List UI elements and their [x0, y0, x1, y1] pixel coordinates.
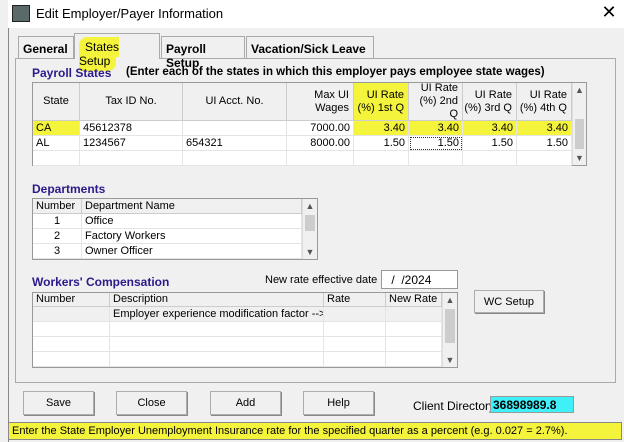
- scroll-thumb[interactable]: [305, 215, 315, 231]
- empty-cell[interactable]: [463, 151, 517, 166]
- scroll-up-icon[interactable]: ▲: [303, 201, 317, 211]
- table-cell[interactable]: 3: [33, 244, 82, 259]
- column-header: UI Rate (%) 1st Q: [354, 83, 409, 121]
- empty-cell[interactable]: [110, 337, 324, 352]
- table-cell[interactable]: [324, 307, 386, 322]
- column-header: UI Rate (%) 2nd Q: [409, 82, 463, 121]
- table-cell[interactable]: AL: [33, 136, 80, 151]
- table-cell[interactable]: 654321: [183, 136, 287, 151]
- scroll-thumb[interactable]: [445, 309, 455, 343]
- column-header: Department Name: [82, 199, 302, 214]
- table-cell[interactable]: 8000.00: [287, 136, 354, 151]
- table-cell[interactable]: 7000.00: [287, 121, 354, 136]
- empty-cell[interactable]: [386, 337, 442, 352]
- column-header: Number: [33, 293, 110, 307]
- empty-cell[interactable]: [324, 337, 386, 352]
- column-header: UI Rate (%) 4th Q: [517, 83, 572, 121]
- scroll-up-icon[interactable]: ▲: [573, 85, 586, 95]
- tab-label: Vacation/Sick Leave: [251, 42, 366, 56]
- scroll-down-icon[interactable]: ▼: [443, 355, 457, 365]
- table-cell[interactable]: 3.40: [409, 121, 463, 136]
- table-cell[interactable]: 2: [33, 229, 82, 244]
- empty-cell[interactable]: [324, 352, 386, 367]
- workers-comp-scrollbar[interactable]: ▲ ▼: [442, 293, 457, 367]
- date-label: New rate effective date: [265, 274, 378, 286]
- table-cell[interactable]: 1: [33, 214, 82, 229]
- client-directory-label: Client Directory: [413, 399, 496, 413]
- wc-setup-button[interactable]: WC Setup: [474, 290, 544, 313]
- column-header: Number: [33, 199, 82, 214]
- scroll-up-icon[interactable]: ▲: [443, 295, 457, 305]
- payroll-states-scrollbar[interactable]: ▲ ▼: [572, 83, 586, 165]
- table-cell[interactable]: 1.50: [463, 136, 517, 151]
- empty-cell[interactable]: [110, 322, 324, 337]
- column-header: Tax ID No.: [80, 83, 183, 121]
- empty-cell[interactable]: [287, 151, 354, 166]
- payroll-states-title: Payroll States: [32, 66, 112, 80]
- empty-cell[interactable]: [33, 322, 110, 337]
- tab-vacation-sick-leave[interactable]: Vacation/Sick Leave: [246, 36, 374, 58]
- table-cell[interactable]: 3.40: [463, 121, 517, 136]
- empty-cell[interactable]: [386, 352, 442, 367]
- empty-cell[interactable]: [80, 151, 183, 166]
- empty-cell[interactable]: [33, 151, 80, 166]
- empty-cell[interactable]: [409, 151, 463, 166]
- column-header: Max UI Wages: [287, 83, 354, 121]
- app-icon: [12, 5, 30, 22]
- table-cell[interactable]: 3.40: [354, 121, 409, 136]
- save-button[interactable]: Save: [23, 391, 94, 415]
- departments-scrollbar[interactable]: ▲ ▼: [302, 199, 317, 259]
- table-cell[interactable]: 3.40: [517, 121, 572, 136]
- effective-date-input[interactable]: / /2024: [381, 270, 458, 289]
- add-button[interactable]: Add: [210, 391, 281, 415]
- workers-comp-title: Workers' Compensation: [32, 275, 170, 289]
- table-cell[interactable]: 1.50: [517, 136, 572, 151]
- empty-cell[interactable]: [183, 151, 287, 166]
- empty-cell[interactable]: [33, 337, 110, 352]
- table-cell[interactable]: 1.50: [409, 136, 463, 151]
- scroll-down-icon[interactable]: ▼: [573, 153, 586, 163]
- tab-payroll-setup[interactable]: Payroll Setup: [161, 36, 245, 70]
- scroll-thumb[interactable]: [575, 119, 584, 149]
- window-title: Edit Employer/Payer Information: [36, 6, 224, 21]
- empty-cell[interactable]: [33, 352, 110, 367]
- column-header: Description: [110, 293, 324, 307]
- client-directory-field[interactable]: 36898989.8: [490, 396, 574, 413]
- table-cell[interactable]: Factory Workers: [82, 229, 302, 244]
- table-cell[interactable]: 1234567: [80, 136, 183, 151]
- payroll-states-instruction: (Enter each of the states in which this …: [126, 66, 545, 78]
- table-cell[interactable]: [183, 121, 287, 136]
- empty-cell[interactable]: [324, 322, 386, 337]
- table-cell[interactable]: Office: [82, 214, 302, 229]
- table-cell[interactable]: 45612378: [80, 121, 183, 136]
- column-header: New Rate: [386, 293, 442, 307]
- tab-states-setup[interactable]: States Setup: [74, 33, 160, 71]
- empty-cell[interactable]: [354, 151, 409, 166]
- tab-general[interactable]: General: [18, 36, 74, 58]
- empty-cell[interactable]: [110, 352, 324, 367]
- table-cell[interactable]: CA: [33, 121, 80, 136]
- table-cell[interactable]: 1.50: [354, 136, 409, 151]
- empty-cell[interactable]: [517, 151, 572, 166]
- tab-label: General: [23, 42, 68, 56]
- column-header: UI Rate (%) 3rd Q: [463, 83, 517, 121]
- table-cell[interactable]: [33, 307, 110, 322]
- table-cell[interactable]: Owner Officer: [82, 244, 302, 259]
- help-button[interactable]: Help: [303, 391, 374, 415]
- status-bar: Enter the State Employer Unemployment In…: [8, 422, 622, 440]
- departments-title: Departments: [32, 182, 106, 196]
- column-header: State: [33, 83, 80, 121]
- scroll-down-icon[interactable]: ▼: [303, 247, 317, 257]
- close-icon[interactable]: ✕: [598, 2, 620, 23]
- table-cell[interactable]: [386, 307, 442, 322]
- column-header: Rate: [324, 293, 386, 307]
- close-button[interactable]: Close: [116, 391, 187, 415]
- empty-cell[interactable]: [386, 322, 442, 337]
- table-cell[interactable]: Employer experience modification factor …: [110, 307, 324, 322]
- column-header: UI Acct. No.: [183, 83, 287, 121]
